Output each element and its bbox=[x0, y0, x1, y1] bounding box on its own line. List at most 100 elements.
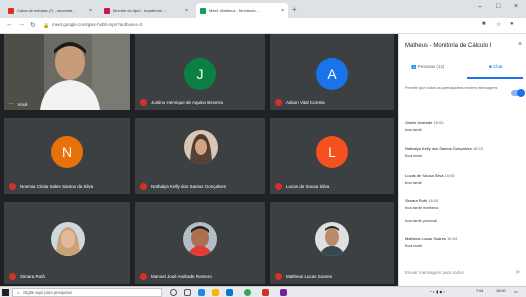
avatar-photo bbox=[51, 222, 85, 256]
app-icon[interactable] bbox=[262, 289, 269, 296]
tab-chat[interactable]: ■ Chat bbox=[489, 64, 503, 69]
gmail-icon bbox=[8, 7, 14, 14]
close-tab-icon[interactable]: × bbox=[278, 8, 284, 14]
profile-icon[interactable]: ● bbox=[510, 21, 514, 27]
participant-name: Simara Ruth bbox=[20, 274, 46, 279]
mic-off-icon bbox=[140, 273, 147, 280]
participant-label: Simara Ruth bbox=[9, 273, 45, 280]
tab-meet[interactable]: Meet: Matheus - Monitoria ... × bbox=[196, 3, 288, 18]
participant-tile[interactable]: A Adson Vital Correia bbox=[270, 34, 394, 110]
participant-tile[interactable]: J Justino Henrique de Aquino Bezerra bbox=[135, 34, 265, 110]
chat-message: Boa tarde bbox=[405, 243, 423, 248]
participant-label: Noemia Cintia Sales Santos da Silva bbox=[9, 183, 93, 190]
meet-icon bbox=[200, 7, 206, 14]
close-window-button[interactable]: × bbox=[514, 3, 518, 10]
participant-label: Nathalya Kelly dos Santos Gonçalves bbox=[140, 183, 226, 190]
tab-label: Pessoas (12) bbox=[417, 64, 445, 69]
tab-gmail[interactable]: Caixa de entrada (7) - seuemai... × bbox=[4, 3, 96, 18]
chat-input[interactable]: Enviar mensagem para todos bbox=[405, 270, 464, 275]
participant-tile[interactable]: Manoel José Andrade Romero bbox=[135, 202, 265, 284]
mic-off-icon bbox=[275, 183, 282, 190]
allow-messages-toggle[interactable] bbox=[511, 89, 525, 97]
people-icon: 👥 bbox=[411, 64, 417, 69]
star-icon[interactable]: ☆ bbox=[496, 21, 501, 28]
reload-icon[interactable]: ↻ bbox=[30, 21, 36, 29]
browser-tab-bar: Caixa de entrada (7) - seuemai... × Mood… bbox=[0, 0, 526, 18]
tab-label: Meet: Matheus - Monitoria ... bbox=[209, 8, 260, 13]
chat-message: boa tarde matheus bbox=[405, 205, 439, 210]
chat-message: boa tarde bbox=[405, 180, 422, 185]
tab-people[interactable]: 👥 Pessoas (12) bbox=[411, 64, 444, 70]
participant-tile[interactable]: Matheus Lucas Soares bbox=[270, 202, 394, 284]
participant-name: Você bbox=[17, 101, 28, 107]
avatar-photo bbox=[183, 222, 217, 256]
avatar-photo bbox=[315, 222, 349, 256]
participant-name: Adson Vital Correia bbox=[286, 100, 325, 105]
avatar: L bbox=[316, 136, 348, 168]
mic-off-icon bbox=[275, 99, 282, 106]
notifications-icon[interactable]: ▭ bbox=[514, 289, 518, 294]
participant-name: Matheus Lucas Soares bbox=[286, 274, 333, 279]
tab-moodle[interactable]: Moodle do Ajuri - Academia ... × bbox=[100, 3, 192, 18]
panel-title: Matheus - Monitoria de Cálculo I bbox=[405, 43, 492, 49]
self-video-tile[interactable]: ⋯ Você bbox=[4, 34, 130, 110]
chat-sender: Nathalya Kelly dos Santos Gonçalves 16:5… bbox=[405, 146, 483, 151]
task-view-icon[interactable] bbox=[184, 289, 191, 296]
close-tab-icon[interactable]: × bbox=[86, 8, 92, 14]
address-bar: ← → ↻ 🔒 meet.google.com/gwx-hxbb-mpn?aut… bbox=[0, 18, 526, 34]
camera-icon[interactable]: ■ bbox=[482, 21, 486, 27]
close-tab-icon[interactable]: × bbox=[182, 8, 188, 14]
maximize-button[interactable]: □ bbox=[496, 3, 500, 10]
url-field[interactable]: meet.google.com/gwx-hxbb-mpn?authuser=0 bbox=[52, 22, 142, 27]
chrome-icon[interactable] bbox=[244, 289, 251, 296]
avatar: J bbox=[184, 58, 216, 90]
chat-message: Boa tarde bbox=[405, 153, 423, 158]
participant-label: Manoel José Andrade Romero bbox=[140, 273, 212, 280]
mic-off-icon bbox=[140, 99, 147, 106]
lock-icon: 🔒 bbox=[43, 23, 50, 29]
participant-label: Matheus Lucas Soares bbox=[275, 273, 332, 280]
participant-tile[interactable]: Simara Ruth bbox=[4, 202, 130, 284]
clock-time[interactable]: 7:04 bbox=[476, 289, 483, 293]
participant-tile[interactable]: N Noemia Cintia Sales Santos da Silva bbox=[4, 118, 130, 194]
system-tray-icons[interactable]: ^ ◐ ▮ ◆ ♪ bbox=[430, 289, 445, 294]
minimize-button[interactable]: – bbox=[478, 3, 482, 10]
mic-off-icon bbox=[9, 273, 16, 280]
store-icon[interactable] bbox=[226, 289, 233, 296]
windows-start-icon[interactable] bbox=[2, 289, 9, 296]
participant-tile[interactable]: Nathalya Kelly dos Santos Gonçalves bbox=[135, 118, 265, 194]
side-panel: Matheus - Monitoria de Cálculo I × 👥 Pes… bbox=[398, 34, 526, 286]
taskbar-search[interactable]: ⌕ Digite aqui para pesquisar bbox=[12, 288, 162, 297]
active-tab-indicator bbox=[467, 77, 523, 79]
edge-icon[interactable] bbox=[198, 289, 205, 296]
clock-date[interactable]: 19:00 bbox=[496, 289, 506, 293]
meeting-grid: ⋯ Você J Justino Henrique de Aquino Beze… bbox=[0, 34, 398, 286]
participant-name: Noemia Cintia Sales Santos da Silva bbox=[20, 184, 94, 189]
participant-label: Adson Vital Correia bbox=[275, 99, 325, 106]
participant-tile[interactable]: L Lucas de Sousa Silva bbox=[270, 118, 394, 194]
toggle-label: Permitir que todos os participantes envi… bbox=[405, 86, 498, 90]
participant-name: Lucas de Sousa Silva bbox=[286, 184, 330, 189]
self-video bbox=[4, 34, 130, 110]
mic-off-icon bbox=[9, 183, 16, 190]
file-explorer-icon[interactable] bbox=[212, 289, 219, 296]
taskbar: ⌕ Digite aqui para pesquisar ^ ◐ ▮ ◆ ♪ 7… bbox=[0, 286, 526, 297]
chat-sender: Gisele Andrade 16:53 bbox=[405, 120, 444, 125]
forward-icon[interactable]: → bbox=[18, 21, 25, 28]
search-icon: ⌕ bbox=[17, 290, 20, 295]
app-icon[interactable] bbox=[280, 289, 287, 296]
send-icon[interactable]: ➤ bbox=[515, 268, 521, 276]
close-panel-button[interactable]: × bbox=[518, 41, 522, 48]
chat-icon: ■ bbox=[489, 64, 492, 69]
cortana-icon[interactable] bbox=[170, 289, 177, 296]
chat-sender: Lucas de Sousa Silva 16:54 bbox=[405, 173, 455, 178]
mic-off-icon bbox=[275, 273, 282, 280]
avatar: N bbox=[51, 136, 83, 168]
new-tab-button[interactable]: + bbox=[292, 5, 297, 14]
mic-off-icon bbox=[140, 183, 147, 190]
more-options-icon[interactable]: ⋯ bbox=[9, 101, 14, 107]
participant-label: Lucas de Sousa Silva bbox=[275, 183, 329, 190]
chat-sender: Matheus Lucas Soares 16:54 bbox=[405, 236, 458, 241]
back-icon[interactable]: ← bbox=[6, 21, 13, 28]
moodle-icon bbox=[104, 7, 110, 14]
